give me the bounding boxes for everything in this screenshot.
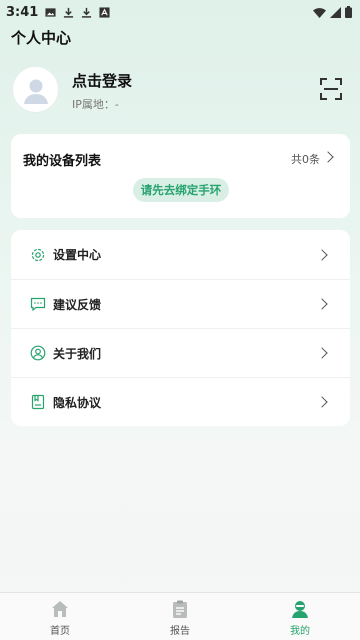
status-bar: 3:41 [0, 0, 360, 24]
menu-item-feedback[interactable]: 建议反馈 [11, 279, 350, 328]
document-icon [31, 394, 45, 410]
page-title: 个人中心 [11, 29, 72, 47]
profile-icon [292, 601, 308, 618]
avatar[interactable] [12, 66, 59, 113]
chevron-right-icon [316, 347, 328, 359]
tab-label: 报告 [170, 626, 190, 637]
download-notification-icon [82, 7, 92, 18]
tab-mine[interactable]: 我的 [240, 593, 360, 640]
menu-item-label: 关于我们 [53, 346, 102, 361]
gear-icon [31, 248, 45, 261]
signal-icon [330, 6, 341, 18]
tab-home[interactable]: 首页 [0, 593, 120, 640]
menu-item-privacy-policy[interactable]: 隐私协议 [11, 377, 350, 426]
menu-item-label: 设置中心 [53, 248, 102, 262]
status-time: 3:41 [6, 4, 39, 20]
battery-icon [345, 6, 352, 18]
bottom-tab-bar: 首页 报告 我的 [0, 592, 360, 640]
device-list-title: 我的设备列表 [23, 154, 102, 169]
device-list-card[interactable]: 我的设备列表 共0条 请先去绑定手环 [11, 134, 350, 218]
menu-item-settings[interactable]: 设置中心 [11, 230, 350, 279]
image-notification-icon [45, 7, 56, 17]
tab-report[interactable]: 报告 [120, 593, 240, 640]
home-icon [52, 601, 68, 617]
download-notification-icon [64, 7, 74, 18]
report-icon [173, 600, 187, 618]
chevron-right-icon [316, 298, 328, 310]
ip-location-text: IP属地：- [72, 98, 119, 111]
login-link[interactable]: 点击登录 [72, 70, 132, 91]
tab-label: 我的 [290, 626, 310, 637]
app-notification-icon [99, 6, 110, 18]
menu-item-label: 隐私协议 [53, 395, 102, 410]
scan-icon[interactable] [320, 78, 342, 100]
chevron-right-icon [316, 248, 328, 261]
settings-menu-card: 设置中心 建议反馈 关于我们 隐私协议 [11, 230, 350, 426]
menu-item-about-us[interactable]: 关于我们 [11, 328, 350, 377]
feedback-icon [30, 297, 46, 312]
wifi-icon [313, 7, 326, 18]
menu-item-label: 建议反馈 [53, 297, 102, 312]
bind-band-button[interactable]: 请先去绑定手环 [133, 178, 229, 202]
user-circle-icon [30, 345, 46, 361]
tab-label: 首页 [50, 626, 70, 637]
chevron-right-icon [316, 396, 328, 408]
chevron-right-icon [322, 151, 334, 163]
device-count: 共0条 [291, 153, 320, 166]
avatar-placeholder-icon [23, 79, 48, 104]
